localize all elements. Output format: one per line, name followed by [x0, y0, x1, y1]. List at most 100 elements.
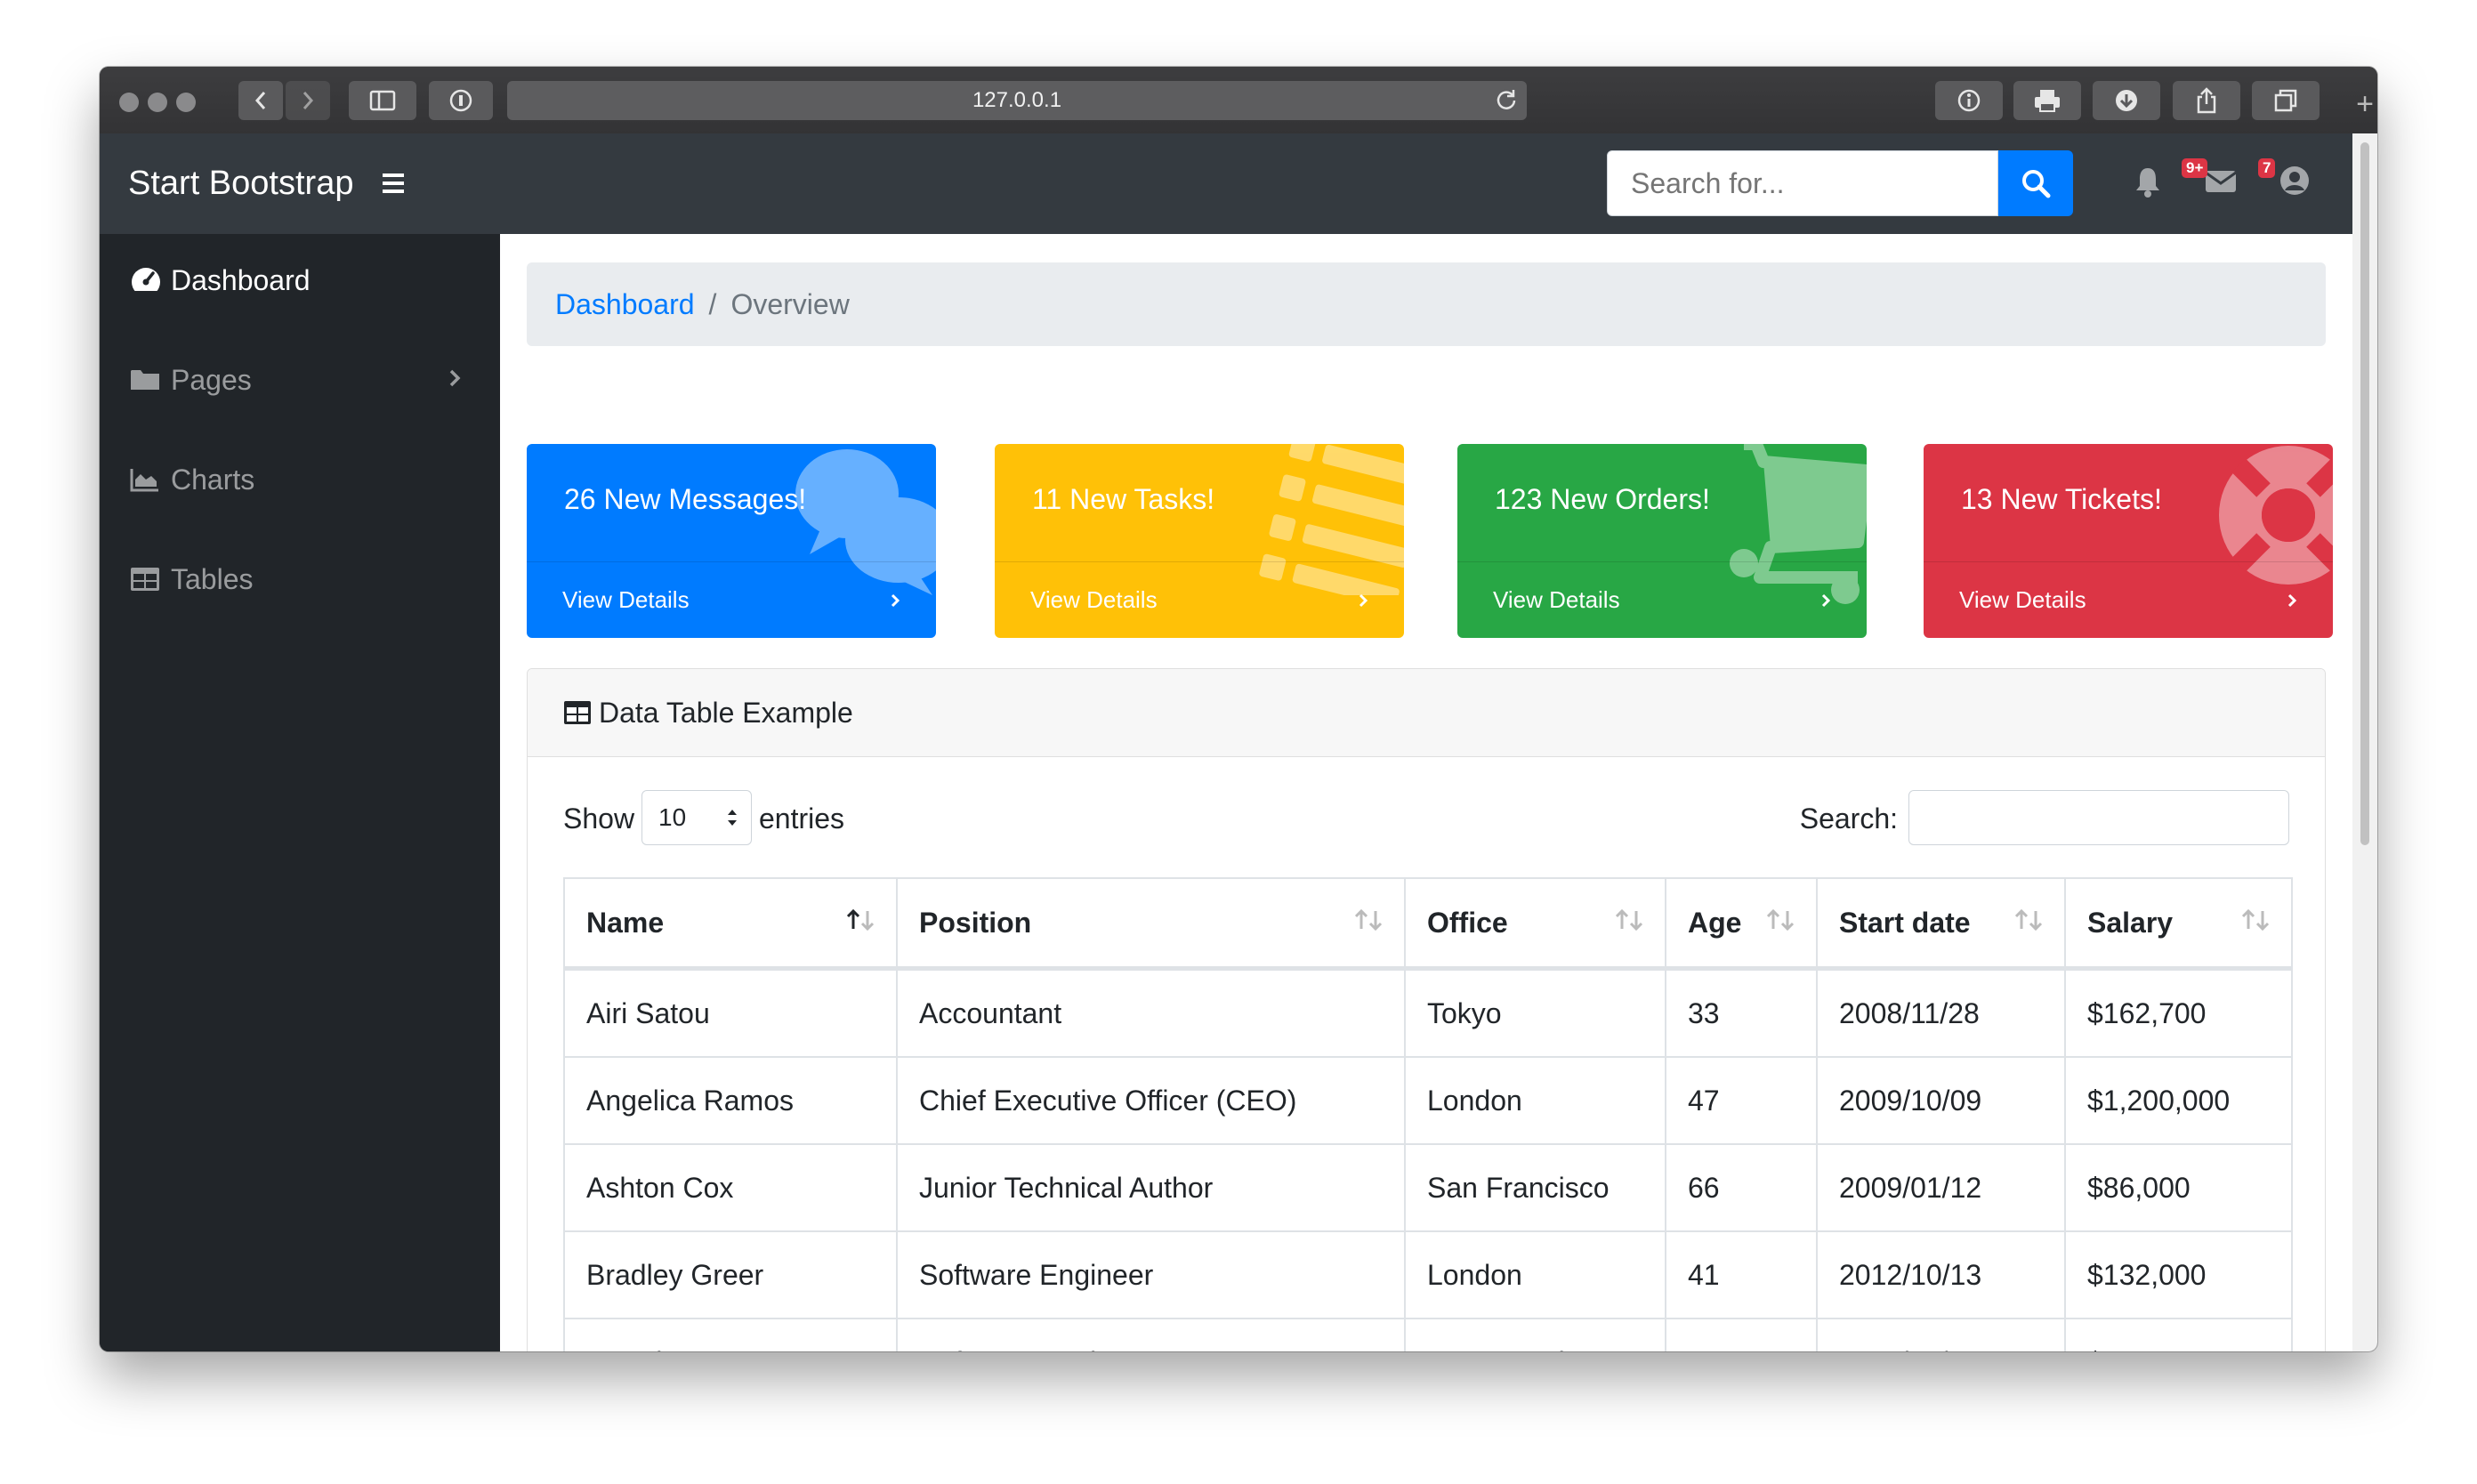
table-cell: 2009/10/09	[1816, 1056, 2066, 1145]
new-tab-button[interactable]: +	[2352, 89, 2377, 119]
messages-card: 26 New Messages! View Details	[527, 444, 936, 638]
chevron-right-icon	[303, 92, 314, 109]
sort-icon	[2241, 908, 2270, 932]
table-cell: $162,700	[2064, 967, 2293, 1058]
table-cell: London	[1404, 1230, 1666, 1319]
table-cell: Software Engineer	[896, 1230, 1406, 1319]
card-title: 13 New Tickets!	[1961, 483, 2162, 515]
reload-icon[interactable]	[1495, 88, 1518, 117]
zoom-window-button[interactable]	[176, 93, 196, 112]
print-button[interactable]	[2013, 81, 2081, 120]
table-cell: 2009/01/12	[1816, 1143, 2066, 1232]
sidebar: Dashboard Pages Charts Tables	[100, 234, 500, 1351]
table-cell: 2008/11/28	[1816, 967, 2066, 1058]
chevron-left-icon	[254, 92, 266, 109]
table-row: Airi Satou Accountant Tokyo 33 2008/11/2…	[563, 967, 2293, 1058]
navbar-search-input[interactable]	[1607, 150, 1998, 216]
sidebar-item-charts[interactable]: Charts	[130, 453, 254, 506]
view-details-label: View Details	[1030, 586, 1158, 613]
table-cell: $132,000	[2064, 1230, 2293, 1319]
table-cell: Junior Technical Author	[896, 1143, 1406, 1232]
select-arrows-icon	[728, 810, 737, 826]
table-cell: 47	[1665, 1056, 1818, 1145]
breadcrumb-dashboard-link[interactable]: Dashboard	[555, 288, 695, 321]
share-icon	[2197, 87, 2216, 114]
password-manager-button[interactable]	[429, 81, 493, 120]
main-content: Dashboard / Overview 26 New Messages! Vi…	[500, 234, 2352, 1351]
back-button[interactable]	[238, 81, 283, 120]
sidebar-item-label: Charts	[171, 463, 255, 496]
show-label: Show	[563, 802, 635, 835]
chevron-right-icon	[2287, 593, 2297, 607]
user-circle-icon	[2280, 166, 2309, 195]
menu-toggle-button[interactable]	[383, 173, 406, 198]
tabs-overview-button[interactable]	[2252, 81, 2320, 120]
data-table: Name Position Office Age Start date Sala…	[563, 877, 2293, 1351]
navbar-search-button[interactable]	[1998, 150, 2073, 216]
page-scrollbar-track[interactable]	[2352, 133, 2377, 1351]
column-header-name[interactable]: Name	[563, 877, 898, 971]
messages-dropdown[interactable]	[2205, 169, 2237, 198]
chevron-right-icon	[891, 593, 900, 607]
view-details-link[interactable]: View Details	[995, 561, 1404, 638]
sidebar-item-dashboard[interactable]: Dashboard	[130, 254, 311, 307]
share-button[interactable]	[2173, 81, 2240, 120]
tickets-card: 13 New Tickets! View Details	[1924, 444, 2333, 638]
table-row: Brenden Wagner Software Engineer San Fra…	[563, 1318, 2293, 1351]
view-details-link[interactable]: View Details	[1457, 561, 1867, 638]
entries-select[interactable]: 10	[641, 790, 752, 845]
tasks-card: 11 New Tasks! View Details	[995, 444, 1404, 638]
table-cell: Chief Executive Officer (CEO)	[896, 1056, 1406, 1145]
bell-icon	[2136, 168, 2159, 198]
table-cell: $206,850	[2064, 1318, 2293, 1351]
sort-icon	[1354, 908, 1383, 932]
column-header-position[interactable]: Position	[896, 877, 1406, 971]
view-details-link[interactable]: View Details	[527, 561, 936, 638]
table-search-input[interactable]	[1908, 790, 2289, 845]
sidebar-item-tables[interactable]: Tables	[130, 552, 254, 606]
column-header-office[interactable]: Office	[1404, 877, 1666, 971]
address-bar[interactable]: 127.0.0.1	[507, 81, 1527, 120]
brand-link[interactable]: Start Bootstrap	[128, 133, 353, 234]
downloads-button[interactable]	[2093, 81, 2160, 120]
table-cell: 2012/10/13	[1816, 1230, 2066, 1319]
column-label: Age	[1688, 906, 1742, 939]
search-icon	[2022, 170, 2051, 198]
table-cell: Airi Satou	[563, 967, 898, 1058]
table-cell: 33	[1665, 967, 1818, 1058]
sidebar-item-pages[interactable]: Pages	[130, 353, 252, 407]
area-chart-icon	[130, 467, 162, 492]
table-cell: Tokyo	[1404, 967, 1666, 1058]
column-header-age[interactable]: Age	[1665, 877, 1818, 971]
minimize-window-button[interactable]	[148, 93, 167, 112]
reader-info-button[interactable]	[1935, 81, 2003, 120]
column-label: Salary	[2087, 906, 2174, 939]
table-cell: San Francisco	[1404, 1143, 1666, 1232]
user-dropdown[interactable]	[2279, 165, 2310, 200]
table-icon	[563, 700, 592, 725]
breadcrumb: Dashboard / Overview	[527, 262, 2326, 346]
table-row: Angelica Ramos Chief Executive Officer (…	[563, 1056, 2293, 1145]
table-cell: San Francisco	[1404, 1318, 1666, 1351]
sort-icon	[2014, 908, 2043, 932]
url-text: 127.0.0.1	[972, 88, 1062, 112]
column-header-start-date[interactable]: Start date	[1816, 877, 2066, 971]
messages-badge: 9+	[2182, 158, 2208, 178]
browser-toolbar: 127.0.0.1 +	[100, 67, 2377, 134]
sort-icon	[1615, 908, 1643, 932]
column-label: Position	[919, 906, 1032, 939]
sidebar-item-label: Tables	[171, 562, 254, 595]
alerts-dropdown[interactable]	[2134, 165, 2162, 202]
column-header-salary[interactable]: Salary	[2064, 877, 2293, 971]
view-details-link[interactable]: View Details	[1924, 561, 2333, 638]
sort-ascending-icon	[846, 908, 875, 932]
folder-icon	[130, 367, 162, 392]
close-window-button[interactable]	[119, 93, 139, 112]
page-scrollbar-thumb[interactable]	[2360, 142, 2369, 845]
breadcrumb-current: Overview	[730, 287, 850, 320]
card-title: 123 New Orders!	[1495, 483, 1710, 515]
forward-button[interactable]	[286, 81, 330, 120]
info-icon	[1957, 89, 1981, 112]
column-label: Office	[1427, 906, 1508, 939]
sidebar-toggle-button[interactable]	[349, 81, 416, 120]
